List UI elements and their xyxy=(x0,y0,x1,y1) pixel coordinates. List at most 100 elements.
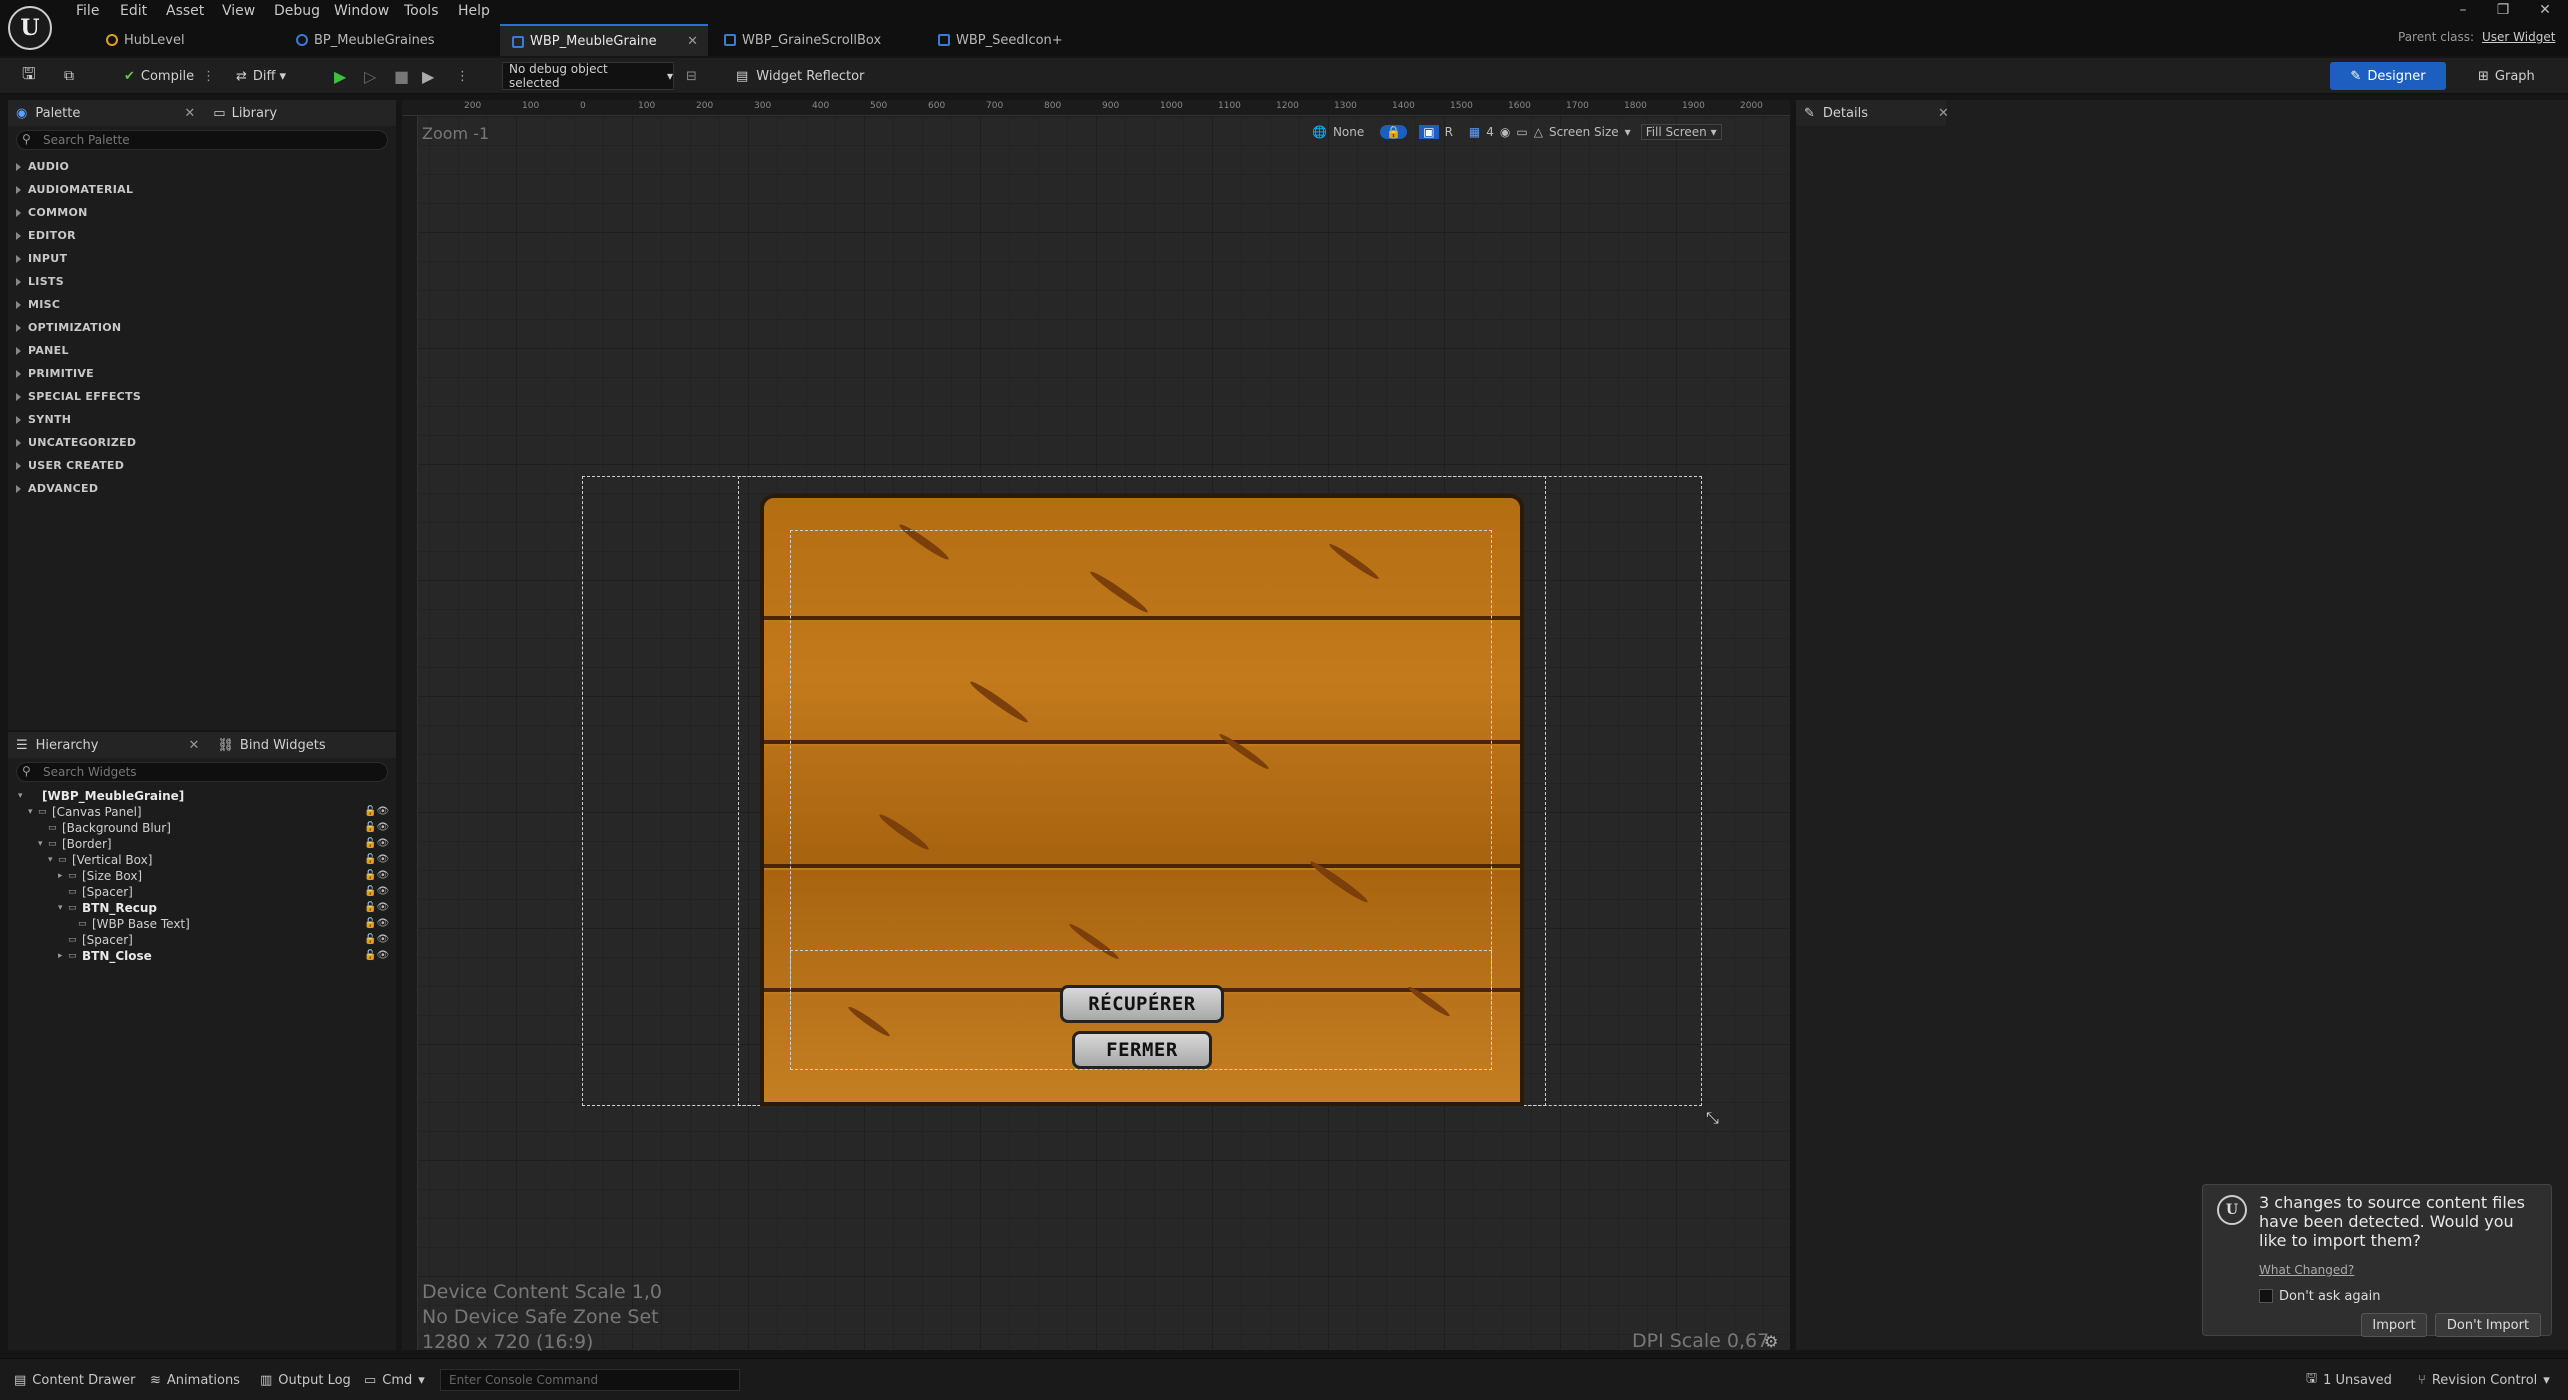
dont-import-button[interactable]: Don't Import xyxy=(2435,1313,2541,1337)
palette-category-panel[interactable]: PANEL xyxy=(16,344,69,357)
restore-icon[interactable]: ❐ xyxy=(2488,2,2518,22)
compile-button[interactable]: ✔ Compile ⋮ xyxy=(124,62,215,90)
expand-arrow-icon[interactable]: ▾ xyxy=(18,791,28,801)
fill-screen-dropdown[interactable]: Fill Screen ▾ xyxy=(1640,124,1722,140)
palette-search-input[interactable]: Search Palette xyxy=(16,130,388,150)
warning-icon[interactable]: △ xyxy=(1534,125,1543,139)
hierarchy-item[interactable]: ▭ [Spacer] 🔓👁 xyxy=(8,884,398,900)
unreal-logo-icon[interactable]: U xyxy=(8,6,52,50)
tab-bp-meublegraines[interactable]: BP_MeubleGraines xyxy=(284,24,488,56)
compile-options-icon[interactable]: ⋮ xyxy=(202,69,215,84)
r-toggle[interactable]: R xyxy=(1445,125,1453,139)
palette-category-uncategorized[interactable]: UNCATEGORIZED xyxy=(15,436,136,449)
hierarchy-item[interactable]: ▭ [WBP Base Text] 🔓👁 xyxy=(8,916,398,932)
menu-edit[interactable]: Edit xyxy=(120,0,147,22)
debug-object-select[interactable]: No debug object selected ▾ xyxy=(502,62,674,90)
palette-category-optimization[interactable]: OPTIMIZATION xyxy=(15,321,121,334)
details-tab[interactable]: Details xyxy=(1823,106,1868,121)
close-tab-icon[interactable]: ✕ xyxy=(1938,106,1949,121)
menu-view[interactable]: View xyxy=(222,0,255,22)
menu-debug[interactable]: Debug xyxy=(274,0,320,22)
visibility-eye-icon[interactable]: 🔓👁 xyxy=(364,870,390,882)
none-label[interactable]: None xyxy=(1333,125,1364,139)
palette-category-common[interactable]: COMMON xyxy=(16,206,88,219)
palette-tab[interactable]: Palette xyxy=(35,106,80,121)
visibility-eye-icon[interactable]: 🔓👁 xyxy=(364,838,390,850)
expand-arrow-icon[interactable]: ▾ xyxy=(48,855,58,865)
expand-arrow-icon[interactable]: ▾ xyxy=(58,903,68,913)
palette-category-misc[interactable]: MISC xyxy=(15,298,60,311)
play-icon[interactable]: ▶ xyxy=(334,62,346,90)
designer-mode-button[interactable]: ✎ Designer xyxy=(2330,62,2446,90)
visibility-eye-icon[interactable]: 🔓👁 xyxy=(364,886,390,898)
browse-icon[interactable]: ⧉ xyxy=(64,62,74,90)
hierarchy-item[interactable]: ▭ [Spacer] 🔓👁 xyxy=(8,932,398,948)
tab-wbp-seedicon-[interactable]: WBP_SeedIcon+ xyxy=(926,24,1116,56)
hierarchy-item[interactable]: ▾ ▭ [Vertical Box] 🔓👁 xyxy=(8,852,398,868)
menu-window[interactable]: Window xyxy=(334,0,389,22)
menu-help[interactable]: Help xyxy=(458,0,490,22)
palette-category-synth[interactable]: SYNTH xyxy=(15,413,71,426)
content-drawer-button[interactable]: ▤ Content Drawer xyxy=(14,1369,135,1391)
visibility-eye-icon[interactable]: 🔓👁 xyxy=(364,822,390,834)
console-input[interactable]: Enter Console Command xyxy=(440,1369,740,1391)
dont-ask-checkbox[interactable] xyxy=(2259,1289,2273,1303)
menu-asset[interactable]: Asset xyxy=(166,0,204,22)
what-changed-link[interactable]: What Changed? xyxy=(2259,1263,2354,1277)
menu-file[interactable]: File xyxy=(76,0,99,22)
palette-category-audio[interactable]: AUDIO xyxy=(15,160,69,173)
hierarchy-item[interactable]: ▾ ▭ BTN_Recup 🔓👁 xyxy=(8,900,398,916)
graph-mode-button[interactable]: ⊞ Graph xyxy=(2478,62,2535,90)
step-icon[interactable]: ▷ xyxy=(364,62,376,90)
expand-arrow-icon[interactable]: ▸ xyxy=(58,871,68,881)
library-tab[interactable]: Library xyxy=(232,106,277,121)
visibility-eye-icon[interactable]: 🔓👁 xyxy=(364,950,390,962)
menu-tools[interactable]: Tools xyxy=(404,0,439,22)
widget-reflector-button[interactable]: ▤ Widget Reflector xyxy=(736,62,864,90)
save-icon[interactable]: 🖫 xyxy=(22,62,36,90)
visibility-eye-icon[interactable]: 🔓👁 xyxy=(364,918,390,930)
resize-handle-icon[interactable]: ⤡ xyxy=(1706,1108,1719,1128)
hierarchy-item[interactable]: ▸ ▭ BTN_Close 🔓👁 xyxy=(8,948,398,964)
btn-recup[interactable]: RÉCUPÉRER xyxy=(1060,985,1224,1023)
safe-zone-icon[interactable]: ▭ xyxy=(1516,125,1527,139)
btn-close[interactable]: FERMER xyxy=(1072,1031,1212,1069)
palette-category-audiomaterial[interactable]: AUDIOMATERIAL xyxy=(15,183,133,196)
revision-control-button[interactable]: ⑂ Revision Control ▾ xyxy=(2418,1369,2550,1391)
close-tab-icon[interactable]: ✕ xyxy=(184,106,195,121)
palette-category-input[interactable]: INPUT xyxy=(15,252,67,265)
play-options-icon[interactable]: ⋮ xyxy=(456,62,469,90)
debug-filter-icon[interactable]: ⊟ xyxy=(686,62,697,90)
palette-category-user-created[interactable]: USER CREATED xyxy=(15,459,124,472)
diff-button[interactable]: ⇄ Diff ▾ xyxy=(236,62,286,90)
screen-size-dropdown[interactable]: Screen Size xyxy=(1549,125,1619,139)
close-tab-icon[interactable]: ✕ xyxy=(189,738,200,753)
tab-wbp-meublegraine[interactable]: WBP_MeubleGraine ✕ xyxy=(500,24,708,56)
palette-category-advanced[interactable]: ADVANCED xyxy=(15,482,98,495)
hierarchy-search-input[interactable]: Search Widgets xyxy=(16,762,388,782)
palette-category-special-effects[interactable]: SPECIAL EFFECTS xyxy=(15,390,141,403)
palette-category-primitive[interactable]: PRIMITIVE xyxy=(16,367,94,380)
expand-arrow-icon[interactable]: ▾ xyxy=(38,839,48,849)
hierarchy-item[interactable]: ▾ [WBP_MeubleGraine] xyxy=(8,788,398,804)
cmd-dropdown[interactable]: ▭ Cmd ▾ xyxy=(364,1369,425,1391)
expand-arrow-icon[interactable]: ▸ xyxy=(58,951,68,961)
gear-icon[interactable]: ⚙ xyxy=(1764,1332,1778,1351)
unsaved-button[interactable]: 🖫 1 Unsaved xyxy=(2306,1369,2392,1391)
animations-button[interactable]: ≋ Animations xyxy=(150,1369,240,1391)
minimize-icon[interactable]: – xyxy=(2448,2,2478,22)
visibility-eye-icon[interactable]: 🔓👁 xyxy=(364,854,390,866)
close-window-icon[interactable]: ✕ xyxy=(2530,2,2560,22)
close-tab-icon[interactable]: ✕ xyxy=(687,34,698,49)
import-button[interactable]: Import xyxy=(2361,1313,2427,1337)
tab-hublevel[interactable]: HubLevel xyxy=(94,24,284,56)
output-log-button[interactable]: ▥ Output Log xyxy=(260,1369,351,1391)
respect-locks-icon[interactable]: ▣ xyxy=(1419,125,1439,139)
parent-class-value[interactable]: User Widget xyxy=(2482,30,2555,44)
hierarchy-item[interactable]: ▾ ▭ [Canvas Panel] 🔓👁 xyxy=(8,804,398,820)
globe-icon[interactable]: 🌐 xyxy=(1312,125,1327,139)
grid-snap-value[interactable]: 4 xyxy=(1486,125,1494,139)
hierarchy-item[interactable]: ▭ [Background Blur] 🔓👁 xyxy=(8,820,398,836)
bind-widgets-tab[interactable]: Bind Widgets xyxy=(240,738,326,753)
visibility-eye-icon[interactable]: 🔓👁 xyxy=(364,902,390,914)
